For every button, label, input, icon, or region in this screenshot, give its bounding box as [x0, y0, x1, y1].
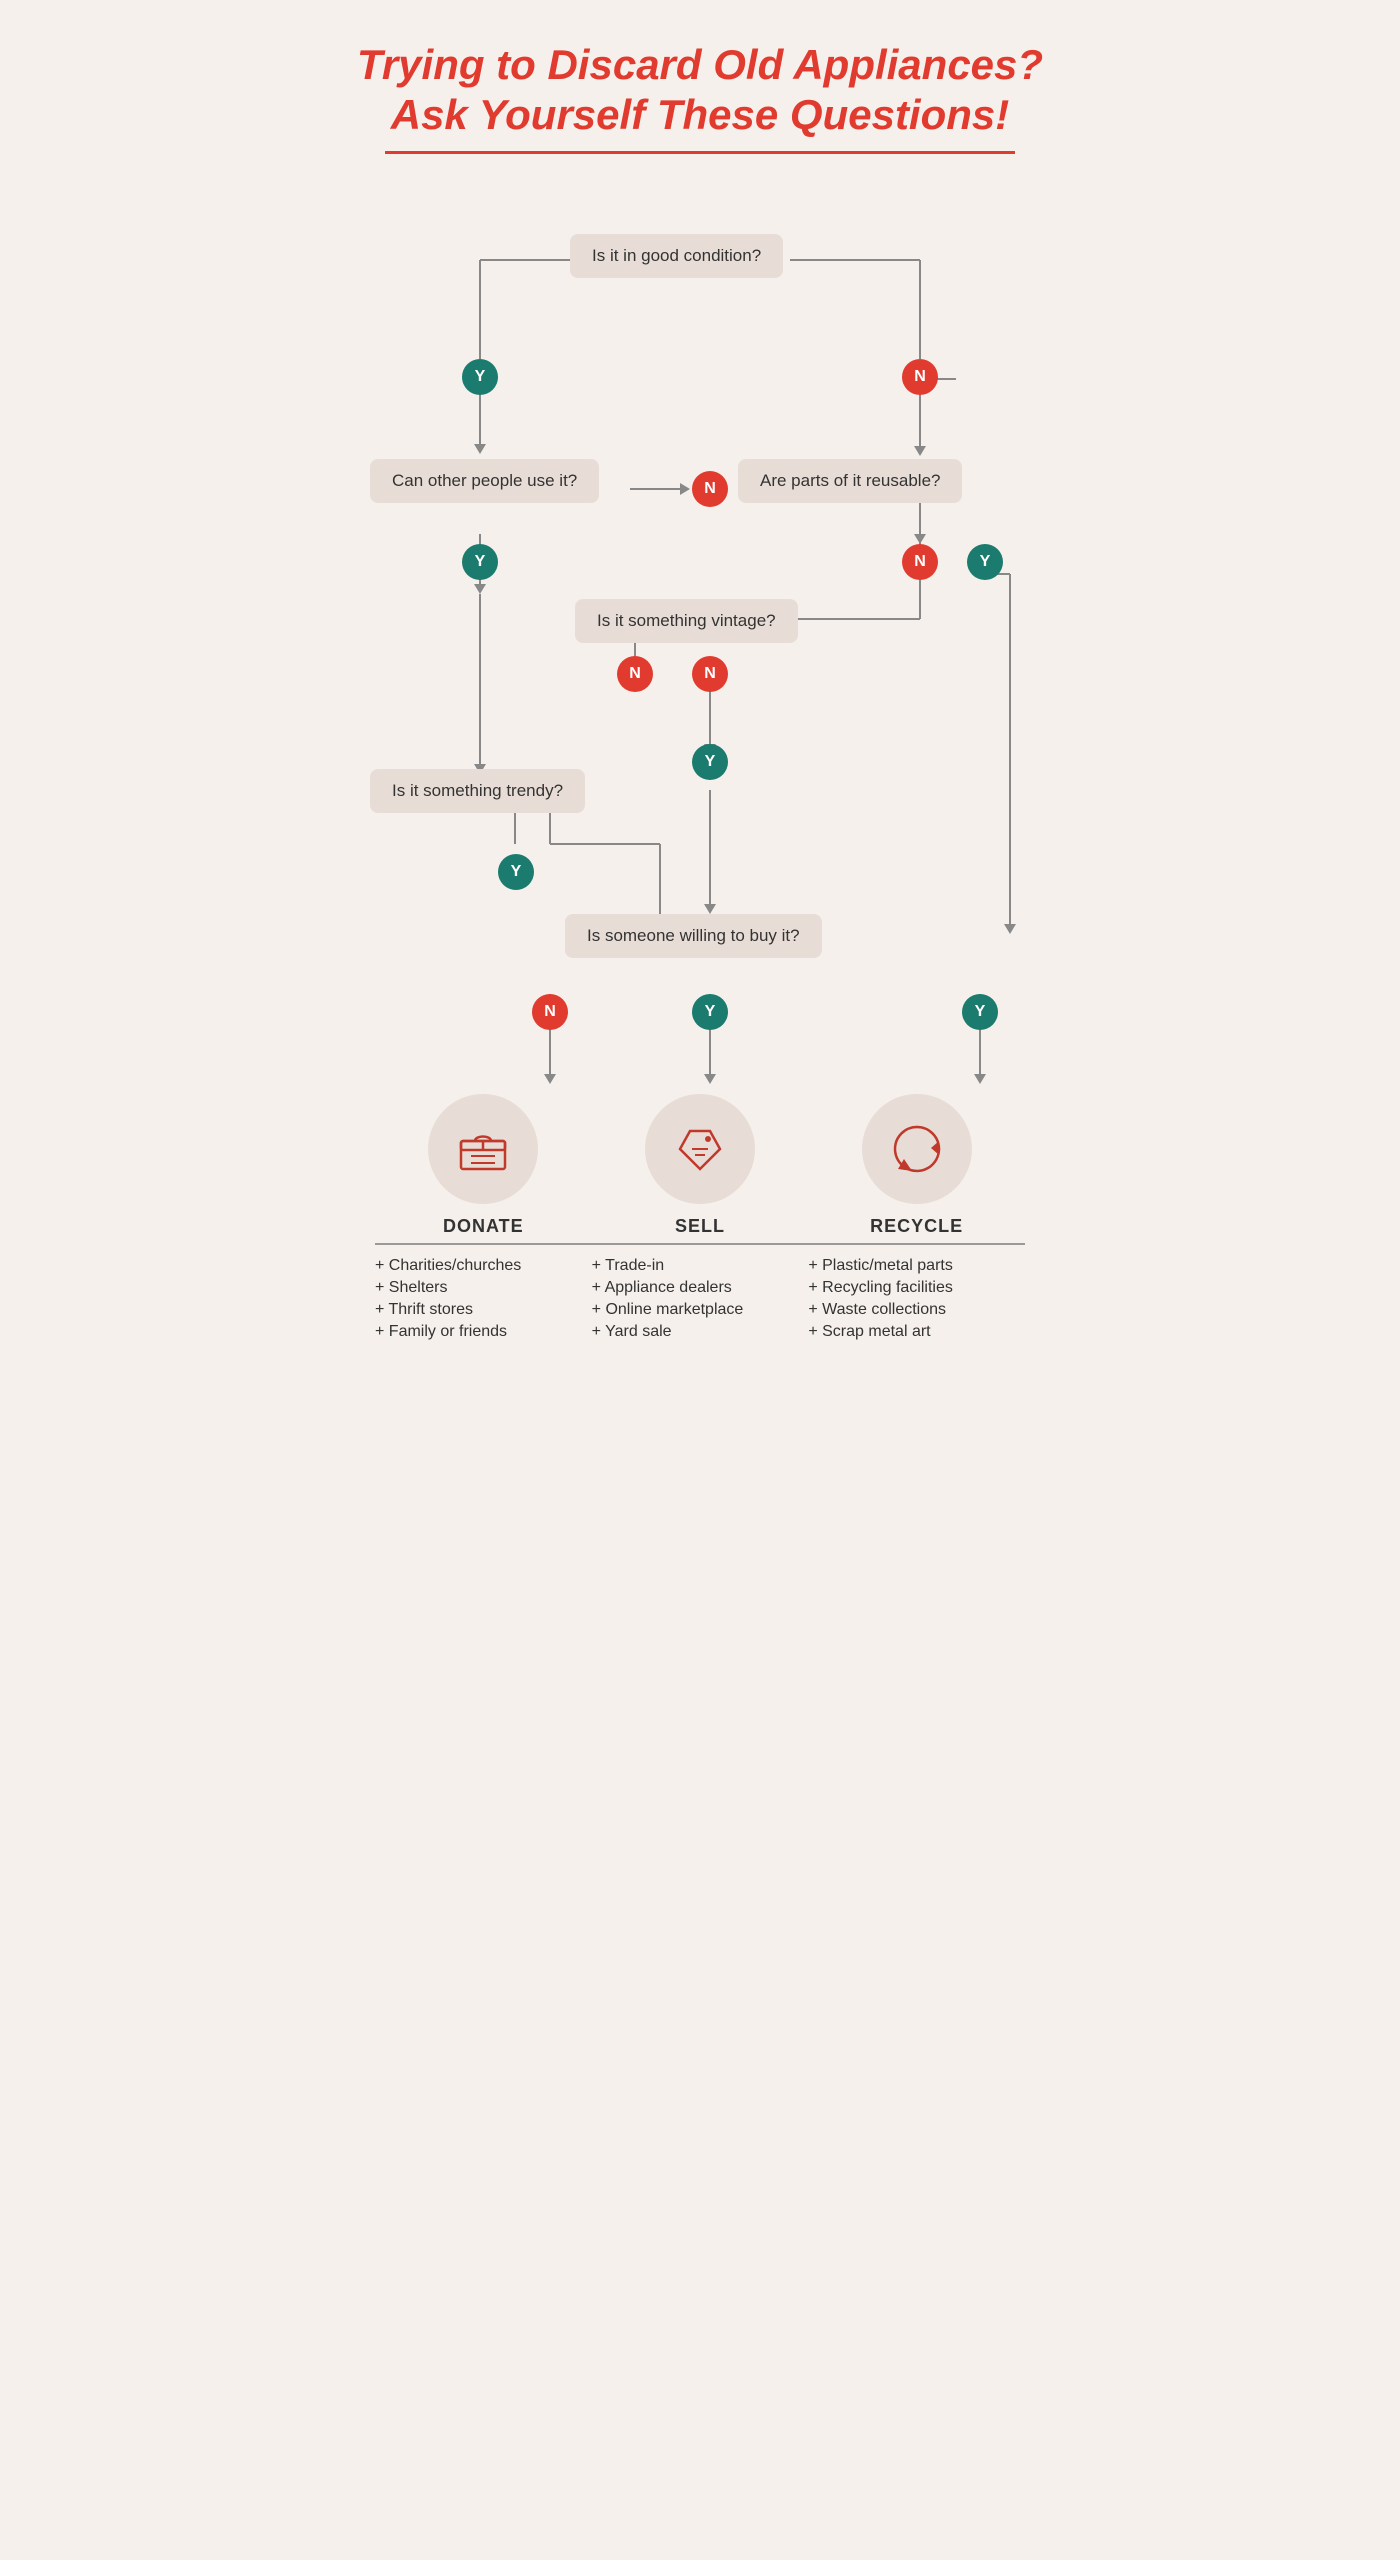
q4-yes-label: Y: [498, 854, 534, 890]
q2-right-label: Are parts of it reusable?: [738, 459, 962, 503]
flowchart: Is it in good condition? Y N Can other p…: [350, 204, 1050, 1074]
q3-right-no-badge: N: [692, 656, 728, 692]
q2-right-box: Are parts of it reusable?: [738, 459, 962, 503]
q2-mid-no-badge: N: [692, 471, 728, 507]
q2-left-box: Can other people use it?: [370, 459, 599, 503]
q1-box: Is it in good condition?: [570, 234, 783, 278]
q1-no-badge: N: [902, 359, 938, 395]
q5-box: Is someone willing to buy it?: [565, 914, 822, 958]
title-section: Trying to Discard Old Appliances? Ask Yo…: [350, 40, 1050, 154]
q2-right-yes-label: Y: [967, 544, 1003, 580]
q2-left-label: Can other people use it?: [370, 459, 599, 503]
q5-label: Is someone willing to buy it?: [565, 914, 822, 958]
q2-left-yes-badge: Y: [462, 544, 498, 580]
q2-right-no-label: N: [902, 544, 938, 580]
q4-box: Is it something trendy?: [370, 769, 585, 813]
q3-left-no-badge: N: [617, 656, 653, 692]
q3-label: Is it something vintage?: [575, 599, 798, 643]
q3-left-no-label: N: [617, 656, 653, 692]
title-line2: Ask Yourself These Questions!: [350, 90, 1050, 140]
q5-yes-mid-badge: Y: [692, 994, 728, 1030]
q5-no-label: N: [532, 994, 568, 1030]
title-divider: [385, 151, 1015, 154]
q3-right-no-label: N: [692, 656, 728, 692]
q4-label: Is it something trendy?: [370, 769, 585, 813]
q1-yes-badge: Y: [462, 359, 498, 395]
title-line1: Trying to Discard Old Appliances?: [350, 40, 1050, 90]
q3-yes-badge: Y: [692, 744, 728, 780]
q1-label: Is it in good condition?: [570, 234, 783, 278]
q5-yes-right-label: Y: [962, 994, 998, 1030]
q2-left-yes-label: Y: [462, 544, 498, 580]
q5-yes-right-badge: Y: [962, 994, 998, 1030]
q5-no-badge: N: [532, 994, 568, 1030]
q1-no-label: N: [902, 359, 938, 395]
flowchart-svg: [350, 204, 1050, 1584]
q2-mid-no-label: N: [692, 471, 728, 507]
q2-right-yes-badge: Y: [967, 544, 1003, 580]
q3-yes-label: Y: [692, 744, 728, 780]
q2-right-no-badge: N: [902, 544, 938, 580]
q1-yes-label: Y: [462, 359, 498, 395]
q5-yes-mid-label: Y: [692, 994, 728, 1030]
q4-yes-badge: Y: [498, 854, 534, 890]
q3-box: Is it something vintage?: [575, 599, 798, 643]
